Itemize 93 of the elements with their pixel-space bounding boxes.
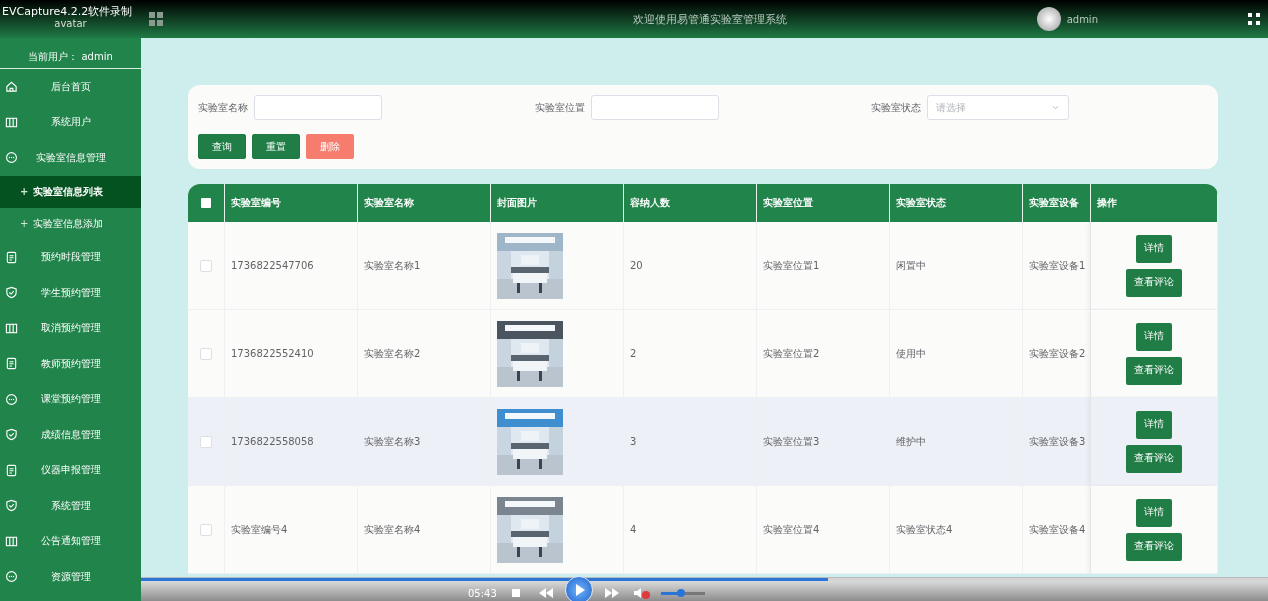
delete-button[interactable]: 删除 — [306, 134, 354, 159]
action-button[interactable]: 详情 — [1136, 234, 1172, 263]
table-cell: 实验室位置3 — [763, 434, 820, 449]
doc-icon — [5, 463, 18, 477]
fullscreen-icon[interactable] — [1248, 13, 1260, 25]
sidebar-item[interactable]: 取消预约管理 — [0, 310, 141, 346]
table-cell: 4 — [630, 524, 637, 535]
action-button[interactable]: 查看评论 — [1126, 356, 1182, 385]
sidebar-item[interactable]: 系统用户 — [0, 104, 141, 140]
action-button[interactable]: 查看评论 — [1126, 532, 1182, 561]
sidebar-item[interactable]: 公告通知管理 — [0, 523, 141, 559]
chat-icon — [5, 151, 18, 165]
action-button[interactable]: 查看评论 — [1126, 268, 1182, 297]
avatar-alt-text: avatar — [54, 18, 87, 29]
action-button[interactable]: 详情 — [1136, 410, 1172, 439]
sidebar-item[interactable]: 仪器申报管理 — [0, 452, 141, 488]
columns-icon — [5, 115, 18, 129]
shield-icon — [5, 499, 18, 513]
table-cell: 维护中 — [896, 434, 926, 449]
field-label: 实验室状态 — [871, 100, 922, 115]
volume-slider[interactable] — [660, 591, 705, 595]
column-header: 封面图片 — [491, 184, 624, 222]
field-label: 实验室位置 — [534, 100, 585, 115]
shield-icon — [5, 428, 18, 442]
select-all-checkbox[interactable] — [201, 198, 211, 208]
table-cell: 实验室名称4 — [364, 522, 421, 537]
table-cell: 实验室名称1 — [364, 258, 421, 273]
table-cell: 20 — [630, 260, 643, 271]
table-cell: 实验室编号4 — [231, 522, 288, 537]
sidebar-item[interactable]: 教师预约管理 — [0, 346, 141, 382]
sidebar-item[interactable]: 学生预约管理 — [0, 275, 141, 311]
shield-icon — [5, 286, 18, 300]
sidebar-item[interactable]: 成绩信息管理 — [0, 417, 141, 453]
play-button[interactable] — [564, 576, 593, 601]
user-name[interactable]: admin — [1066, 13, 1098, 25]
sidebar-item[interactable]: 资源管理 — [0, 559, 141, 595]
sidebar-item[interactable]: 系统管理 — [0, 488, 141, 524]
chat-icon — [5, 392, 18, 406]
table-cell: 闲置中 — [896, 258, 926, 273]
action-button[interactable]: 详情 — [1136, 498, 1172, 527]
home-icon — [5, 80, 18, 94]
row-checkbox[interactable] — [200, 435, 212, 448]
column-header: 容纳人数 — [624, 184, 757, 222]
input-field[interactable] — [254, 95, 382, 120]
table-cell: 实验室状态4 — [896, 522, 953, 537]
table-cell: 实验室位置2 — [763, 346, 820, 361]
table-cell: 1736822558058 — [231, 436, 314, 447]
table-cell: 实验室位置4 — [763, 522, 820, 537]
seek-bar[interactable] — [141, 578, 1268, 581]
input-field[interactable] — [590, 95, 719, 120]
sidebar-item[interactable]: 课堂预约管理 — [0, 381, 141, 417]
table-cell: 2 — [630, 348, 637, 359]
table-cell: 使用中 — [896, 346, 926, 361]
column-header: 实验室编号 — [225, 184, 358, 222]
column-header: 实验室状态 — [890, 184, 1023, 222]
page-title: 欢迎使用易管通实验室管理系统 — [631, 11, 788, 27]
sidebar-item[interactable]: 实验室信息管理 — [0, 140, 141, 176]
column-header: 实验室名称 — [358, 184, 491, 222]
avatar — [1036, 7, 1061, 31]
columns-icon — [5, 534, 18, 548]
chevron-down-icon — [1051, 103, 1061, 112]
recorder-label: EVCapture4.2.2软件录制 — [1, 4, 133, 19]
action-button[interactable]: 重置 — [252, 134, 300, 159]
table-cell: 3 — [630, 436, 637, 447]
table-cell: 实验室位置1 — [763, 258, 820, 273]
table-cell: 实验室设备3 — [1029, 434, 1086, 449]
table-cell: 1736822547706 — [231, 260, 314, 271]
column-header: 操作 — [1091, 184, 1218, 222]
sidebar-item[interactable]: 预约时段管理 — [0, 239, 141, 275]
sidebar-subitem[interactable]: + 实验室信息列表 — [0, 175, 141, 208]
menu-icon[interactable] — [149, 12, 163, 26]
playback-time: 05:43 — [468, 587, 497, 599]
chat-icon — [5, 570, 18, 584]
table-cell: 实验室名称3 — [364, 434, 421, 449]
sidebar-item[interactable]: 后台首页 — [0, 69, 141, 105]
field-label: 实验室名称 — [198, 100, 248, 115]
action-button[interactable]: 详情 — [1136, 322, 1172, 351]
doc-icon — [5, 250, 18, 264]
columns-icon — [5, 321, 18, 335]
action-button[interactable]: 查看评论 — [1126, 444, 1182, 473]
row-checkbox[interactable] — [200, 259, 212, 272]
row-checkbox[interactable] — [200, 347, 212, 360]
column-header: 实验室位置 — [757, 184, 890, 222]
doc-icon — [5, 357, 18, 371]
action-button[interactable]: 查询 — [198, 134, 246, 159]
sidebar-subitem[interactable]: + 实验室信息添加 — [0, 207, 141, 240]
table-cell: 实验室设备1 — [1029, 258, 1086, 273]
column-header: 实验室设备 — [1023, 184, 1091, 222]
table-cell: 1736822552410 — [231, 348, 314, 359]
table-cell: 实验室设备4 — [1029, 522, 1086, 537]
table-cell: 实验室名称2 — [364, 346, 421, 361]
table-cell: 实验室设备2 — [1029, 346, 1086, 361]
row-checkbox[interactable] — [200, 523, 212, 536]
